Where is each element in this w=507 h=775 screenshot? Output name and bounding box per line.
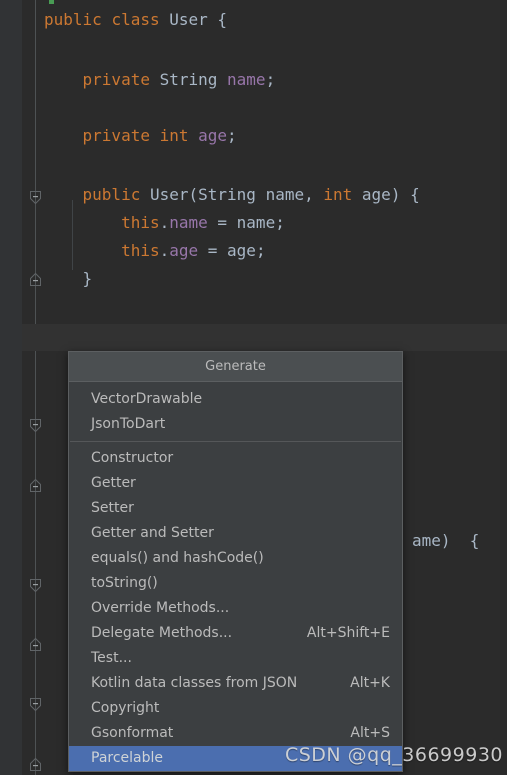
menu-separator [70,441,401,442]
fold-open-icon[interactable] [28,697,43,712]
code-token: this [121,241,160,260]
code-token: String [198,185,266,204]
fold-open-icon[interactable] [28,418,43,433]
menu-item-shortcut: Alt+K [350,675,390,691]
code-line: ame) { [412,531,479,551]
code-token: ( [188,185,199,204]
menu-item-tostring[interactable]: toString() [69,571,402,596]
code-token: age [169,241,199,260]
code-token: , [304,185,324,204]
menu-item-delegate-methods[interactable]: Delegate Methods... Alt+Shift+E [69,621,402,646]
menu-item-test[interactable]: Test... [69,646,402,671]
menu-item-gsonformat[interactable]: Gsonformat Alt+S [69,721,402,746]
code-token: ) { [390,185,420,204]
fold-close-icon[interactable] [28,272,43,287]
generate-popup-menu[interactable]: Generate VectorDrawable JsonToDart Constru… [68,351,403,772]
menu-item-label: Test... [91,650,132,666]
code-token: public [44,10,112,29]
code-line: this.age = age; [44,241,266,261]
menu-item-label: Delegate Methods... [91,625,233,641]
menu-item-shortcut: Alt+Shift+E [306,625,390,641]
code-line: private int age; [44,126,237,146]
code-line: public User(String name, int age) { [44,185,420,205]
code-token: User [169,10,218,29]
code-token: . [159,213,170,232]
menu-item-label: VectorDrawable [91,391,203,407]
code-token: public [82,185,150,204]
code-token: = name; [207,213,285,232]
menu-item-label: Getter and Setter [91,525,214,541]
menu-item-label: JsonToDart [91,416,166,432]
menu-item-label: Parcelable [91,750,164,766]
ide-screenshot: public class User { private String name;… [0,0,507,775]
code-token: int [159,126,199,145]
menu-item-label: toString() [91,575,158,591]
fold-open-icon[interactable] [28,578,43,593]
editor-gutter[interactable] [0,0,22,775]
menu-item-equals-and-hashcode[interactable]: equals() and hashCode() [69,546,402,571]
code-token: int [323,185,362,204]
menu-item-label: Override Methods... [91,600,230,616]
menu-item-kotlin-data-classes-from-json[interactable]: Kotlin data classes from JSON Alt+K [69,671,402,696]
code-token: User [149,185,189,204]
code-line: public class User { [44,10,227,30]
menu-item-getter[interactable]: Getter [69,471,402,496]
fold-close-icon[interactable] [28,637,43,652]
fold-open-icon[interactable] [28,190,43,205]
menu-item-override-methods[interactable]: Override Methods... [69,596,402,621]
menu-item-setter[interactable]: Setter [69,496,402,521]
menu-title: Generate [69,352,402,382]
menu-item-label: Gsonformat [91,725,174,741]
code-line: private String name; [44,70,276,90]
code-token: age [198,126,228,145]
code-token: { [217,10,228,29]
code-token: = age; [198,241,266,260]
code-token: . [159,241,170,260]
fold-close-icon[interactable] [28,757,43,772]
code-token: this [121,213,160,232]
code-token: private [82,126,160,145]
code-token: String [159,70,228,89]
code-token: age [361,185,391,204]
code-token: private [82,70,160,89]
code-line: this.name = name; [44,213,285,233]
menu-item-label: Copyright [91,700,160,716]
menu-item-copyright[interactable]: Copyright [69,696,402,721]
code-token: } [44,269,93,288]
menu-item-list[interactable]: VectorDrawable JsonToDart Constructor Gette… [69,382,402,771]
menu-item-shortcut: Alt+S [350,725,390,741]
code-token: ame) { [412,531,480,550]
code-token: class [111,10,170,29]
code-token: ; [227,126,237,145]
menu-item-getter-and-setter[interactable]: Getter and Setter [69,521,402,546]
menu-item-label: Constructor [91,450,174,466]
menu-item-jsontodart[interactable]: JsonToDart [69,412,402,437]
menu-item-label: Getter [91,475,136,491]
code-token: name [227,70,266,89]
code-token: name [169,213,208,232]
gutter-fold-rail [35,0,36,775]
code-line: } [44,269,93,289]
menu-item-label: Kotlin data classes from JSON [91,675,298,691]
menu-item-label: Setter [91,500,134,516]
menu-item-label: equals() and hashCode() [91,550,264,566]
code-token: name [265,185,305,204]
fold-close-icon[interactable] [28,478,43,493]
menu-item-constructor[interactable]: Constructor [69,446,402,471]
code-token: ; [265,70,276,89]
csdn-watermark: CSDN @qq_36699930 [284,744,503,766]
menu-item-vectordrawable[interactable]: VectorDrawable [69,387,402,412]
